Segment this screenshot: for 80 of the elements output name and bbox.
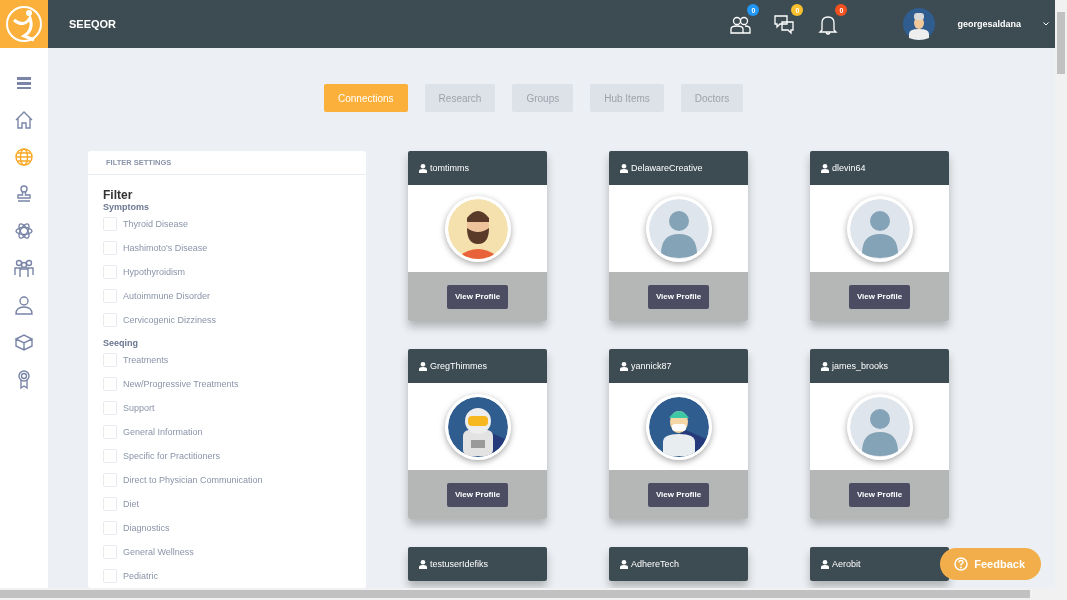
user-icon — [821, 163, 829, 173]
logo-icon — [4, 4, 44, 44]
chat-icon[interactable] — [773, 13, 796, 35]
option-label: Pediatric — [123, 571, 158, 581]
option-label: Diet — [123, 499, 139, 509]
username: AdhereTech — [631, 559, 680, 569]
view-profile-button[interactable]: View Profile — [848, 482, 911, 507]
filter-title: Filter — [103, 188, 134, 202]
logo[interactable] — [0, 0, 48, 48]
option-label: Cervicogenic Dizziness — [123, 315, 217, 325]
user-icon — [419, 361, 427, 371]
home-icon[interactable] — [13, 109, 35, 131]
avatar — [645, 393, 712, 460]
option-label: Thyroid Disease — [123, 219, 189, 229]
user-icon — [419, 163, 427, 173]
view-profile-button[interactable]: View Profile — [848, 284, 911, 309]
username: Aerobit — [832, 559, 861, 569]
checkbox[interactable] — [103, 377, 117, 391]
option-label: Hashimoto's Disease — [123, 243, 208, 253]
checkbox[interactable] — [103, 289, 117, 303]
checkbox[interactable] — [103, 569, 117, 583]
username: testuserIdefiks — [430, 559, 489, 569]
user-icon — [620, 559, 628, 569]
checkbox[interactable] — [103, 265, 117, 279]
group-heading: Seeqing — [103, 338, 139, 348]
avatar — [846, 195, 913, 262]
avatar — [645, 195, 712, 262]
option-label: Specific for Practitioners — [123, 451, 221, 461]
user-avatar[interactable] — [903, 8, 936, 40]
username: GregThimmes — [430, 361, 487, 371]
checkbox[interactable] — [103, 497, 117, 511]
username: tomtimms — [430, 163, 469, 173]
user-name[interactable]: georgesaldana — [957, 19, 1021, 29]
checkbox[interactable] — [103, 521, 117, 535]
avatar — [444, 195, 511, 262]
view-profile-button[interactable]: View Profile — [446, 284, 509, 309]
bell-icon[interactable] — [817, 13, 840, 35]
user-icon — [821, 559, 829, 569]
doctor-icon[interactable] — [13, 294, 35, 316]
vertical-scrollbar[interactable] — [1055, 0, 1067, 588]
brand-name: SEEQOR — [69, 18, 117, 30]
option-label: Treatments — [123, 355, 169, 365]
option-label: Hypothyroidism — [123, 267, 186, 277]
checkbox[interactable] — [103, 401, 117, 415]
checkbox[interactable] — [103, 353, 117, 367]
option-label: General Wellness — [123, 547, 194, 557]
caret-icon[interactable] — [1043, 22, 1049, 26]
checkbox[interactable] — [103, 473, 117, 487]
user-icon — [620, 163, 628, 173]
view-profile-button[interactable]: View Profile — [647, 284, 710, 309]
checkbox[interactable] — [103, 313, 117, 327]
atom-icon[interactable] — [13, 220, 35, 242]
username: james_brooks — [832, 361, 889, 371]
checkbox[interactable] — [103, 425, 117, 439]
option-label: Support — [123, 403, 155, 413]
user-icon — [620, 361, 628, 371]
view-profile-button[interactable]: View Profile — [647, 482, 710, 507]
checkbox[interactable] — [103, 449, 117, 463]
horizontal-scrollbar[interactable] — [0, 588, 1067, 600]
option-label: Direct to Physician Communication — [123, 475, 263, 485]
help-icon — [954, 557, 969, 571]
user-icon — [821, 361, 829, 371]
avatar — [444, 393, 511, 460]
group-icon[interactable] — [13, 257, 35, 279]
checkbox[interactable] — [103, 241, 117, 255]
view-profile-button[interactable]: View Profile — [446, 482, 509, 507]
option-label: Autoimmune Disorder — [123, 291, 211, 301]
checkbox[interactable] — [103, 217, 117, 231]
avatar — [846, 393, 913, 460]
username: dlevin64 — [832, 163, 866, 173]
checkbox[interactable] — [103, 545, 117, 559]
username: yannick87 — [631, 361, 672, 371]
username: DelawareCreative — [631, 163, 703, 173]
group-heading: Symptoms — [103, 202, 150, 212]
option-label: New/Progressive Treatments — [123, 379, 239, 389]
option-label: General Information — [123, 427, 203, 437]
user-icon — [419, 559, 427, 569]
box-icon[interactable] — [13, 331, 35, 353]
option-label: Diagnostics — [123, 523, 170, 533]
globe-icon[interactable] — [13, 146, 35, 168]
